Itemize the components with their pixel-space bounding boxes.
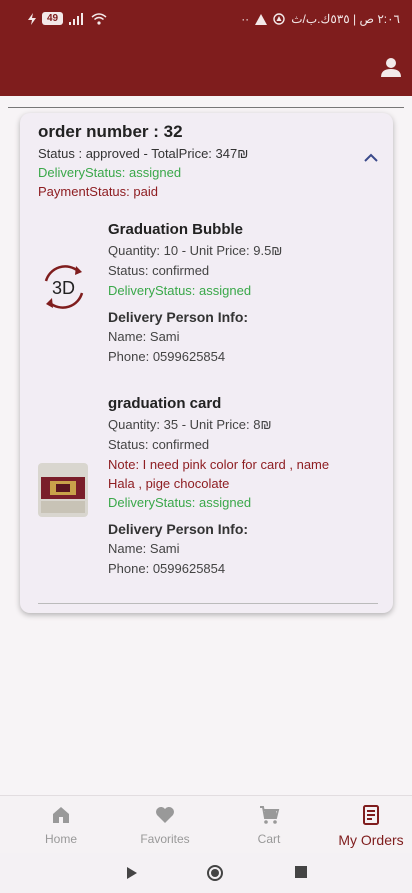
- app-bar: [0, 38, 412, 96]
- system-navigation: [0, 853, 412, 893]
- product-photo: [38, 463, 88, 517]
- delivery-person-heading: Delivery Person Info:: [108, 521, 249, 537]
- item-quantity-price: Quantity: 10 - Unit Price: 9.5₪: [108, 243, 283, 258]
- svg-text:3D: 3D: [52, 278, 75, 298]
- nav-label: Favorites: [140, 832, 190, 846]
- nav-label: Cart: [257, 832, 281, 846]
- nav-item-my-orders[interactable]: My Orders: [326, 804, 412, 848]
- charging-icon: [28, 12, 36, 25]
- item-delivery-status: DeliveryStatus: assigned: [108, 283, 252, 298]
- order-item: 3D Graduation Bubble Quantity: 10 - Unit…: [38, 221, 378, 381]
- nav-item-favorites[interactable]: Favorites: [120, 804, 210, 846]
- order-payment-status: PaymentStatus: paid: [38, 184, 158, 199]
- order-title: order number : 32: [38, 122, 183, 141]
- recents-square-icon[interactable]: [295, 866, 307, 878]
- item-status: Status: confirmed: [108, 263, 210, 278]
- nav-item-cart[interactable]: Cart: [224, 804, 314, 846]
- order-status: Status : approved - TotalPrice: 347₪: [38, 146, 249, 161]
- delivery-person-heading: Delivery Person Info:: [108, 309, 249, 325]
- cart-icon: [260, 806, 280, 824]
- status-right: ·· ٢:٠٦ ص | ٥٣٥ك.ب/ث: [241, 12, 400, 26]
- heart-icon: [156, 807, 174, 823]
- status-left: 49: [28, 12, 107, 25]
- wifi-icon: [91, 12, 107, 25]
- item-status: Status: confirmed: [108, 437, 210, 452]
- delivery-person-phone: Phone: 0599625854: [108, 349, 226, 364]
- nav-item-home[interactable]: Home: [16, 804, 106, 846]
- dots-icon: ··: [241, 12, 250, 26]
- signal-icon: [69, 12, 84, 25]
- order-delivery-status: DeliveryStatus: assigned: [38, 165, 182, 180]
- app-icon: [273, 13, 285, 25]
- order-card[interactable]: order number : 32 Status : approved - To…: [20, 113, 393, 613]
- status-bar: 49 ·· ٢:٠٦ ص | ٥٣٥ك.ب/ث: [0, 0, 412, 38]
- item-quantity-price: Quantity: 35 - Unit Price: 8₪: [108, 417, 272, 432]
- delivery-person-name: Name: Sami: [108, 329, 180, 344]
- home-circle-icon[interactable]: [206, 864, 224, 882]
- home-icon: [53, 807, 69, 823]
- card-divider: [38, 603, 378, 604]
- delivery-person-name: Name: Sami: [108, 541, 180, 556]
- back-triangle-icon[interactable]: [126, 866, 138, 880]
- order-item: graduation card Quantity: 35 - Unit Pric…: [38, 395, 378, 595]
- 3d-rotate-icon: 3D: [44, 265, 84, 309]
- chevron-up-icon[interactable]: [362, 151, 380, 165]
- battery-icon: 49: [42, 12, 64, 25]
- orders-icon: [363, 805, 379, 825]
- item-note: Note: I need pink color for card , name: [108, 457, 330, 472]
- bottom-nav: Home Favorites Cart My Orders: [0, 795, 412, 853]
- warning-icon: [255, 13, 268, 25]
- nav-label: My Orders: [338, 832, 404, 848]
- item-name: Graduation Bubble: [108, 221, 243, 238]
- nav-label: Home: [44, 832, 77, 846]
- top-divider: [8, 107, 404, 108]
- item-name: graduation card: [108, 395, 222, 412]
- item-note-continued: Hala , pige chocolate: [108, 476, 230, 491]
- item-delivery-status: DeliveryStatus: assigned: [108, 495, 252, 510]
- status-text: ٢:٠٦ ص | ٥٣٥ك.ب/ث: [291, 12, 400, 26]
- user-icon[interactable]: [380, 56, 402, 78]
- delivery-person-phone: Phone: 0599625854: [108, 561, 226, 576]
